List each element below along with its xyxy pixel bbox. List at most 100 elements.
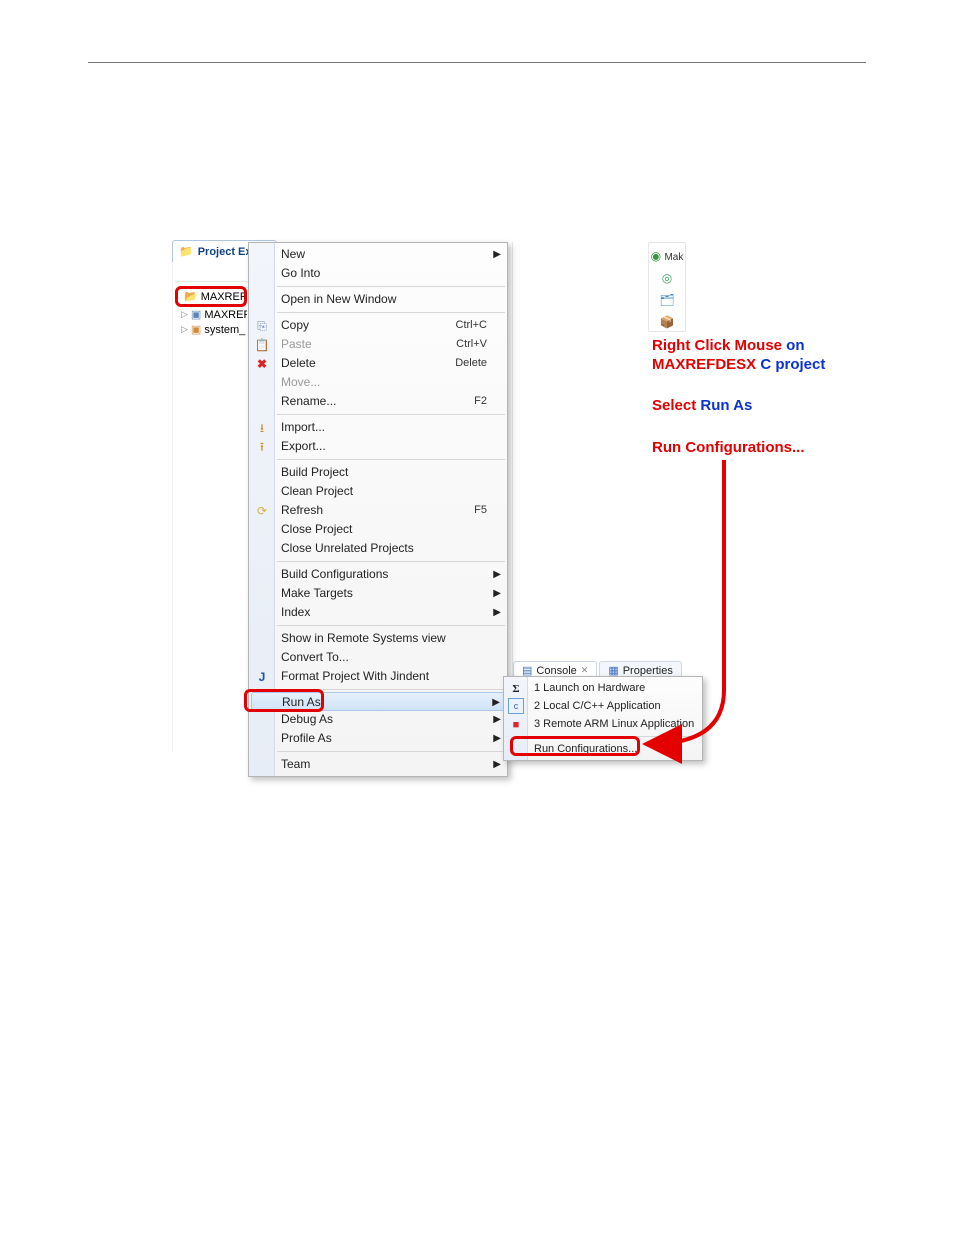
menu-item-label: Show in Remote Systems view [281,631,446,645]
submenu-item-label: Run Configurations... [534,743,637,755]
menu-item-label: Import... [281,420,325,434]
menu-item-team[interactable]: Team ▶ [249,755,507,774]
submenu-item-label: 3 Remote ARM Linux Application [534,718,694,730]
annotation-line-1: Right Click Mouse on MAXREFDESX C projec… [652,336,825,374]
paste-icon: 📋 [254,337,270,353]
menu-item-label: Run As [282,695,321,709]
menu-item-refresh[interactable]: ⟳ Refresh F5 [249,501,507,520]
menu-item-close-unrelated-projects[interactable]: Close Unrelated Projects [249,539,507,558]
menu-shortcut: F5 [474,501,487,520]
menu-item-format-project-with-jindent[interactable]: JFormat Project With Jindent [249,667,507,686]
sigma-icon: Σ [508,680,524,696]
menu-item-label: Team [281,757,310,771]
export-icon: ⭱ [254,439,270,455]
menu-item-index[interactable]: Index ▶ [249,603,507,622]
close-icon[interactable]: ✕ [581,665,589,676]
menu-item-convert-to[interactable]: Convert To... [249,648,507,667]
menu-item-label: Index [281,605,310,619]
menu-item-label: Copy [281,318,309,332]
menu-item-build-project[interactable]: Build Project [249,463,507,482]
menu-item-label: Export... [281,439,326,453]
properties-tab-label: Properties [623,665,673,677]
menu-item-paste: 📋PasteCtrl+V [249,335,507,354]
menu-separator [277,751,505,752]
menu-item-delete[interactable]: ✖DeleteDelete [249,354,507,373]
menu-item-import[interactable]: ⭳ Import... [249,418,507,437]
annotation-line-2: Select Run As [652,396,752,415]
menu-item-open-in-new-window[interactable]: Open in New Window [249,290,507,309]
menu-separator [277,312,505,313]
menu-item-label: Profile As [281,731,332,745]
menu-item-export[interactable]: ⭱ Export... [249,437,507,456]
tool-icon[interactable]: 🗂 [659,293,674,307]
submenu-arrow-icon: ▶ [493,710,501,729]
menu-item-copy[interactable]: ⎘ Copy Ctrl+C [249,316,507,335]
menu-item-make-targets[interactable]: Make Targets▶ [249,584,507,603]
menu-item-new[interactable]: New ▶ [249,245,507,264]
project-explorer-panel: 📂 MAXREF ▷ ▣ MAXREF ▷ ▣ system_ [172,262,250,752]
submenu-item-label: 1 Launch on Hardware [534,682,645,694]
tool-icon-2[interactable]: 📦 [660,315,675,329]
menu-separator [277,561,505,562]
menu-item-label: Debug As [281,712,333,726]
menu-item-go-into[interactable]: Go Into [249,264,507,283]
menu-item-label: Refresh [281,503,323,517]
menu-item-show-in-remote-systems-view[interactable]: Show in Remote Systems view [249,629,507,648]
menu-item-clean-project[interactable]: Clean Project [249,482,507,501]
menu-item-label: Format Project With Jindent [281,669,429,683]
menu-item-label: Delete [281,356,316,370]
menu-item-label: Make Targets [281,586,353,600]
project-icon: ▣ [191,308,201,321]
menu-item-label: Open in New Window [281,292,396,306]
copy-icon: ⎘ [254,318,270,334]
cpp-icon: c [508,698,524,714]
menu-separator [277,689,505,690]
menu-separator [277,459,505,460]
project-item-maxref[interactable]: ▷ ▣ MAXREF [175,307,247,322]
submenu-run-configurations[interactable]: Run Configurations... [504,740,702,758]
menu-item-rename[interactable]: Rename...F2 [249,392,507,411]
folder-icon: 📁 [179,245,193,258]
submenu-remote-arm-linux-app[interactable]: ■ 3 Remote ARM Linux Application [504,715,702,733]
menu-separator [277,414,505,415]
menu-separator [277,625,505,626]
submenu-arrow-icon: ▶ [493,755,501,774]
menu-shortcut: Delete [455,354,487,373]
target-icon[interactable]: ◎ [662,271,672,285]
submenu-launch-on-hardware[interactable]: Σ 1 Launch on Hardware [504,679,702,697]
caret-icon: ▷ [181,324,188,335]
import-icon: ⭳ [254,420,270,436]
right-toolbar: ◉ Mak ◎ 🗂 📦 [648,242,686,332]
tree-item-label: MAXREF [201,291,247,303]
menu-item-label: Rename... [281,394,336,408]
menu-item-label: Close Project [281,522,352,536]
menu-shortcut: Ctrl+C [456,316,487,335]
submenu-local-c-cpp-app[interactable]: c 2 Local C/C++ Application [504,697,702,715]
project-explorer-toolbar [175,268,247,282]
console-tab-label: Console [536,665,576,677]
menu-item-close-project[interactable]: Close Project [249,520,507,539]
menu-item-label: New [281,247,305,261]
tree-item-label: system_ [204,324,245,336]
menu-item-build-configurations[interactable]: Build Configurations▶ [249,565,507,584]
refresh-icon: ⟳ [254,503,270,519]
project-item-maxref-selected[interactable]: 📂 MAXREF [175,286,247,307]
menu-item-label: Go Into [281,266,320,280]
run-as-submenu: Σ 1 Launch on Hardware c 2 Local C/C++ A… [503,676,703,761]
make-target-icon[interactable]: ◉ Mak [651,249,684,263]
menu-item-debug-as[interactable]: Debug As ▶ [249,710,507,729]
project-item-system[interactable]: ▷ ▣ system_ [175,322,247,337]
submenu-arrow-icon: ▶ [493,245,501,264]
tree-item-label: MAXREF [204,309,247,321]
menu-item-label: Close Unrelated Projects [281,541,414,555]
menu-item-label: Build Project [281,465,348,479]
menu-item-label: Move... [281,375,320,389]
menu-separator [277,286,505,287]
square-dot-icon: ■ [508,716,524,732]
menu-item-run-as[interactable]: Run As▶ [251,692,505,711]
submenu-arrow-icon: ▶ [493,603,501,622]
submenu-separator [530,736,700,737]
menu-item-label: Paste [281,337,312,351]
annotation-line-3: Run Configurations... [652,438,804,457]
menu-item-profile-as[interactable]: Profile As▶ [249,729,507,748]
